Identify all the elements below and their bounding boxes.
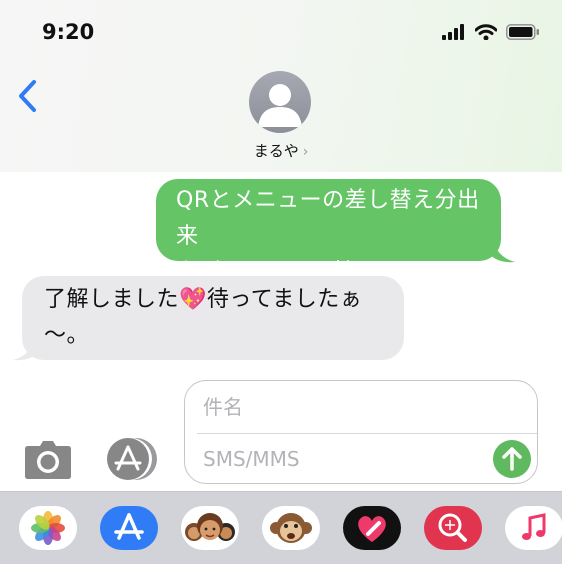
photos-icon bbox=[31, 511, 65, 545]
app-store-icon bbox=[114, 513, 144, 540]
conversation-header: 9:20 まるや › bbox=[0, 0, 562, 172]
status-time: 9:20 bbox=[42, 20, 95, 44]
monkey-animoji-icon bbox=[270, 513, 312, 543]
digital-touch-app-button[interactable] bbox=[343, 506, 401, 550]
person-silhouette-icon bbox=[258, 84, 302, 127]
memoji-app-button[interactable] bbox=[181, 506, 239, 550]
memoji-icon bbox=[185, 513, 235, 541]
image-search-icon bbox=[438, 513, 467, 542]
composer-divider bbox=[197, 433, 537, 434]
digital-touch-icon bbox=[358, 516, 386, 542]
message-line: 了解しました💖待ってましたぁ bbox=[44, 287, 363, 312]
animoji-app-button[interactable] bbox=[262, 506, 320, 550]
app-store-app-button[interactable] bbox=[100, 506, 158, 550]
chevron-right-icon: › bbox=[302, 144, 309, 160]
message-line: 〜。 bbox=[44, 323, 90, 348]
imessage-app-tray bbox=[0, 491, 562, 564]
sent-message-bubble[interactable]: QRとメニューの差し替え分出来 上がったのでお持ちします!! bbox=[156, 179, 501, 285]
message-body-input[interactable]: SMS/MMS bbox=[203, 447, 300, 471]
contact-avatar[interactable] bbox=[249, 71, 311, 133]
arrow-up-icon bbox=[502, 447, 522, 471]
music-icon bbox=[522, 513, 546, 540]
message-composer[interactable]: 件名 SMS/MMS bbox=[184, 380, 538, 484]
camera-icon[interactable] bbox=[23, 440, 73, 480]
cellular-signal-icon bbox=[442, 24, 464, 40]
subject-input[interactable]: 件名 bbox=[203, 391, 243, 420]
app-store-button-icon[interactable] bbox=[104, 437, 158, 481]
status-icons bbox=[442, 24, 540, 40]
photos-app-button[interactable] bbox=[19, 506, 77, 550]
back-chevron-icon[interactable] bbox=[14, 78, 42, 114]
music-app-button[interactable] bbox=[505, 506, 562, 550]
contact-name-button[interactable]: まるや › bbox=[0, 140, 562, 161]
contact-name: まるや bbox=[253, 142, 299, 160]
wifi-icon bbox=[475, 24, 497, 40]
battery-icon bbox=[506, 24, 539, 40]
received-message-bubble[interactable]: 了解しました💖待ってましたぁ 〜。 bbox=[22, 276, 404, 360]
message-line: QRとメニューの差し替え分出来 bbox=[176, 188, 480, 249]
send-button[interactable] bbox=[493, 440, 531, 478]
image-search-app-button[interactable] bbox=[424, 506, 482, 550]
